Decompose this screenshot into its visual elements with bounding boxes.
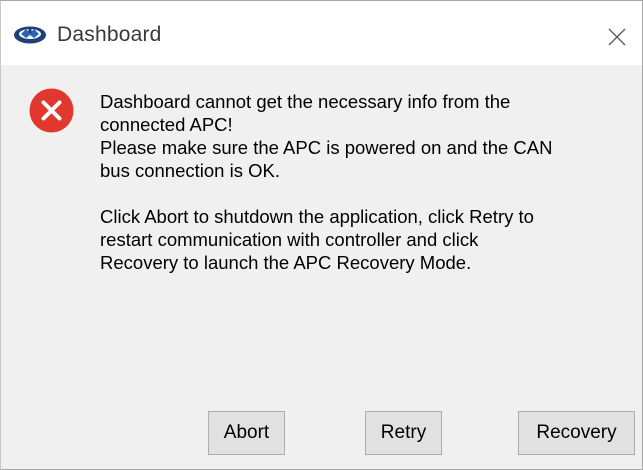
message-text: Dashboard cannot get the necessary info … [100,90,630,274]
close-icon [608,28,626,46]
recovery-button[interactable]: Recovery [518,411,635,455]
close-button[interactable] [597,17,637,57]
app-icon [13,25,47,45]
title-bar: Dashboard [1,1,642,65]
retry-button[interactable]: Retry [365,411,442,455]
error-icon [29,88,74,133]
window-title: Dashboard [57,23,162,46]
abort-button[interactable]: Abort [208,411,285,455]
message-paragraph-instructions: Click Abort to shutdown the application,… [100,206,534,273]
error-dialog: Dashboard Dashboard cannot get the neces… [0,0,643,470]
message-paragraph-status: Dashboard cannot get the necessary info … [100,91,553,181]
